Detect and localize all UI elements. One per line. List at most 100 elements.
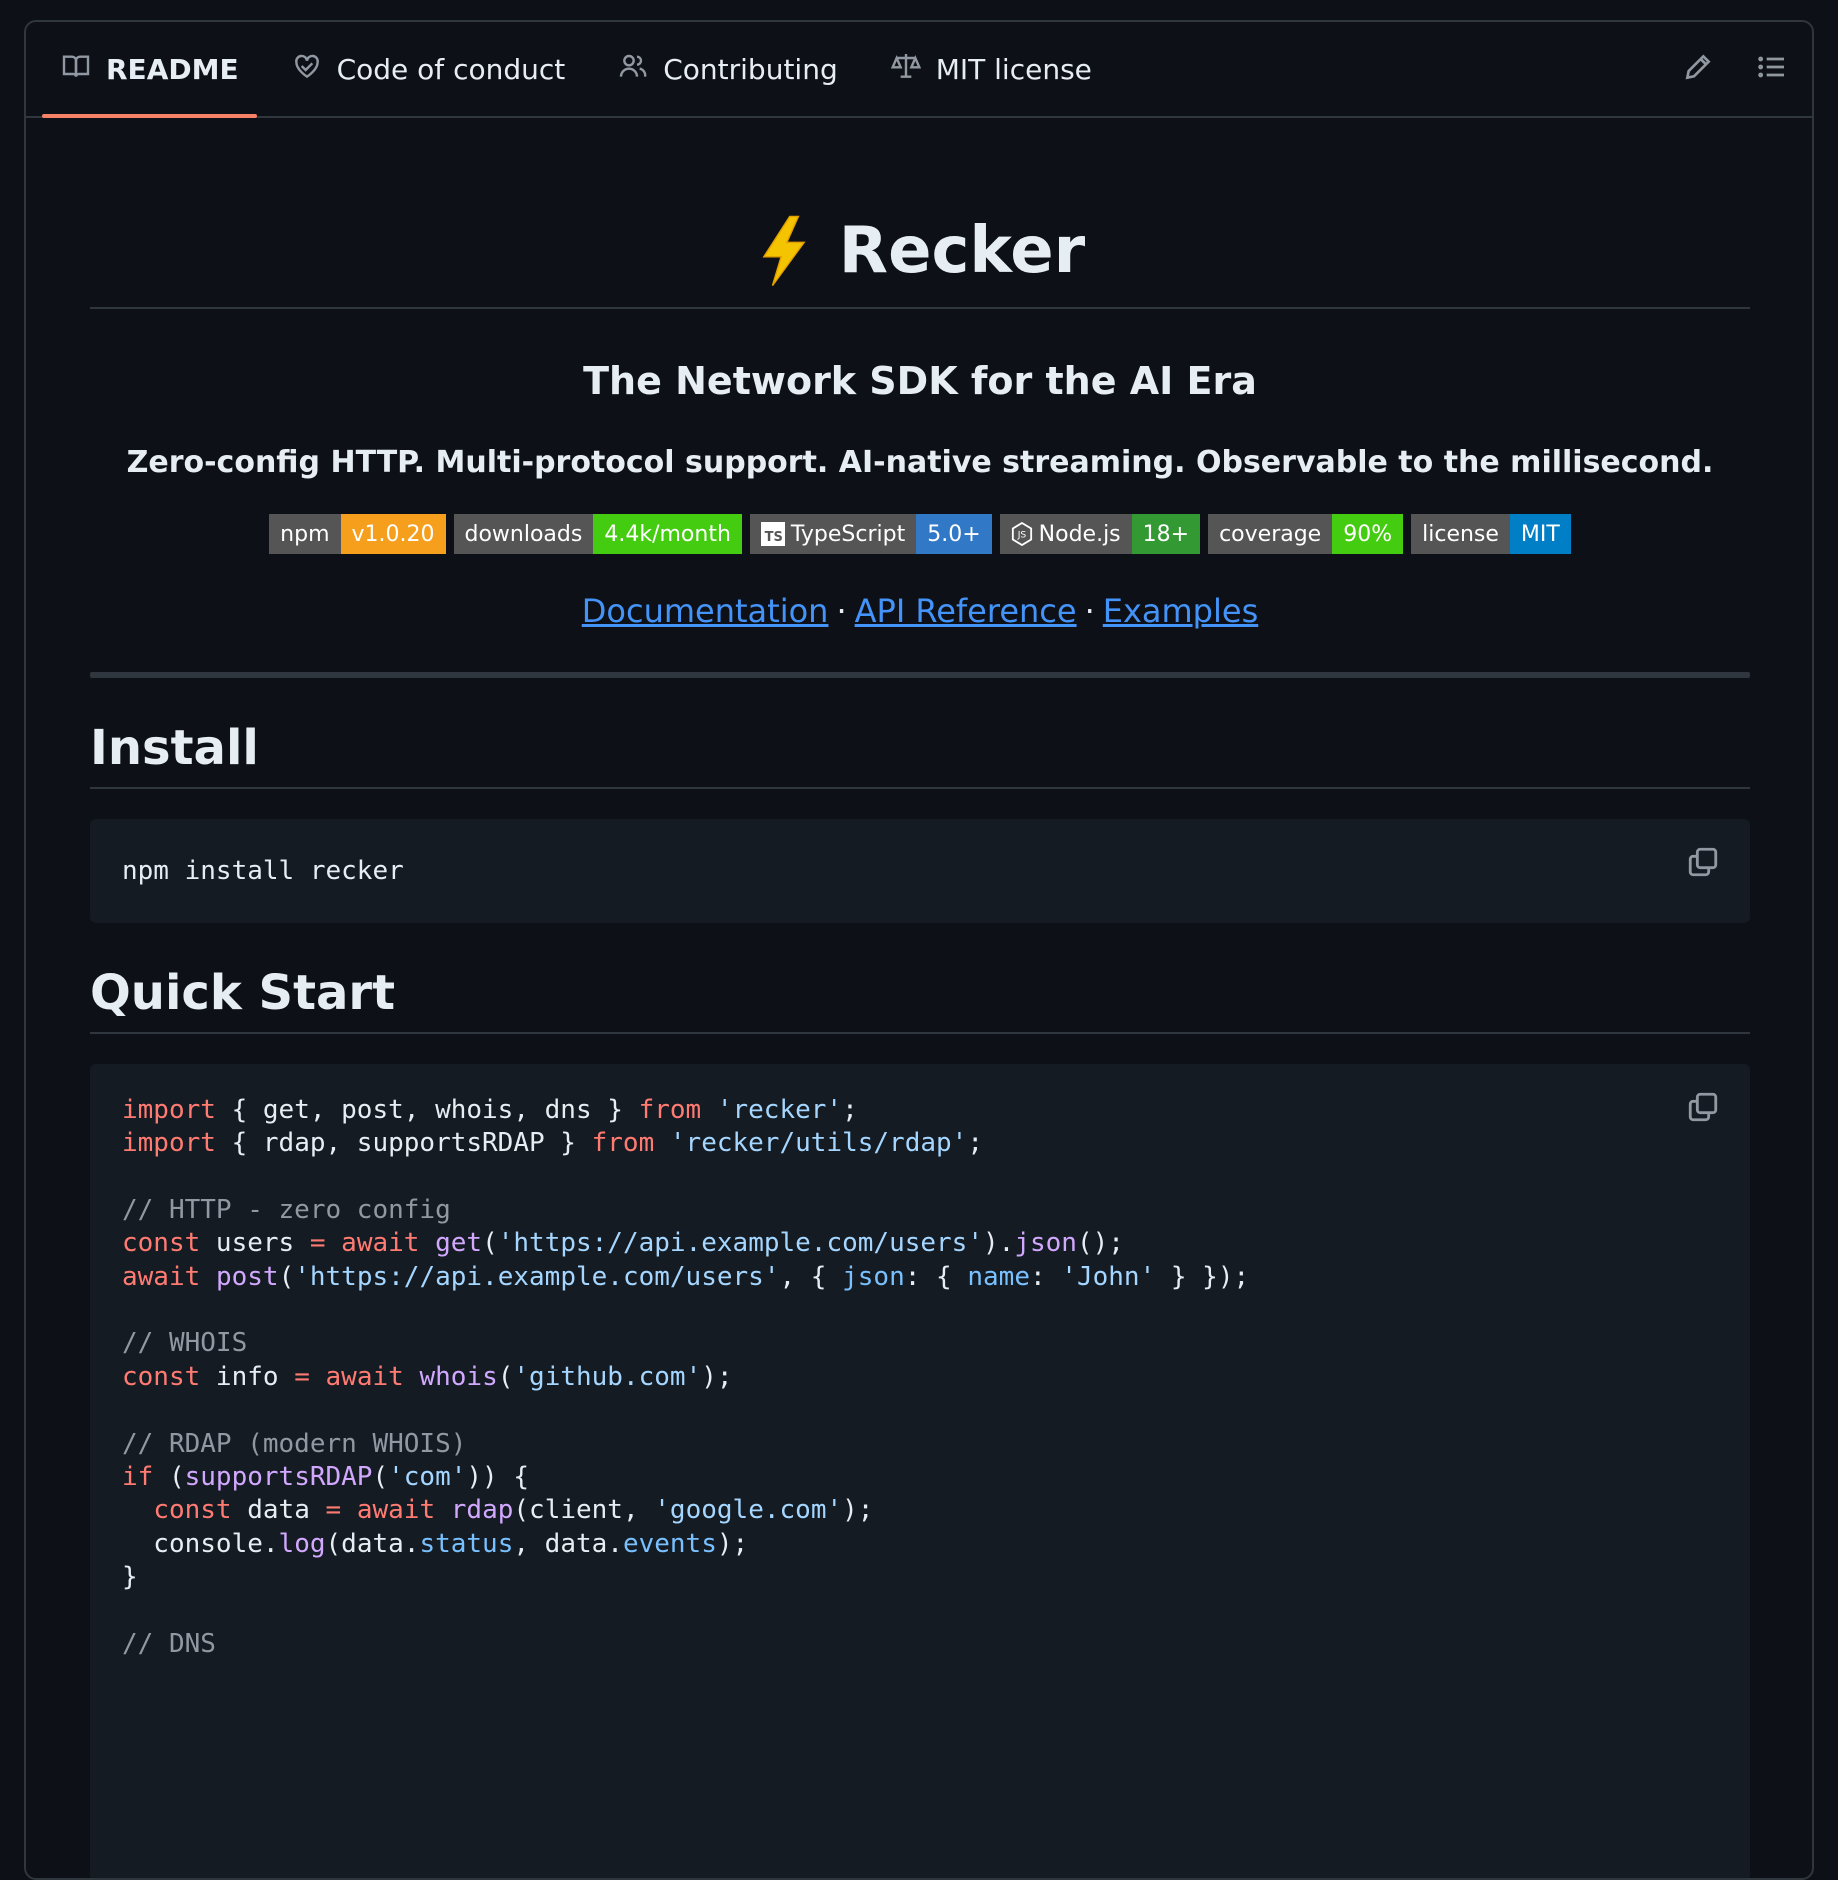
code-token: } (122, 1562, 138, 1593)
examples-link[interactable]: Examples (1103, 592, 1259, 630)
code-line: // DNS (122, 1628, 1718, 1661)
code-token: ; (967, 1127, 983, 1158)
code-token: (data. (325, 1528, 420, 1559)
node-icon: JS (1011, 522, 1032, 546)
code-token: await (325, 1361, 404, 1392)
code-token: 'John' (1061, 1261, 1156, 1292)
code-token: { get, post, whois, dns } (215, 1094, 639, 1125)
license-badge[interactable]: license MIT (1411, 514, 1571, 554)
tab-contributing[interactable]: Contributing (599, 22, 856, 116)
page-title: Recker (755, 214, 1085, 288)
code-token: { rdap, supportsRDAP } (215, 1127, 592, 1158)
badge-label: downloads (453, 514, 594, 554)
coverage-badge[interactable]: coverage 90% (1208, 514, 1404, 554)
copy-icon (1686, 1092, 1720, 1131)
readme-actions (1678, 22, 1792, 116)
code-token: events (622, 1528, 717, 1559)
code-line: const data = await rdap(client, 'google.… (122, 1494, 1718, 1527)
nodejs-badge[interactable]: JS Node.js 18+ (999, 514, 1201, 554)
code-token: supportsRDAP (184, 1461, 373, 1492)
code-token: name (967, 1261, 1030, 1292)
downloads-badge[interactable]: downloads 4.4k/month (453, 514, 742, 554)
horizontal-rule (90, 672, 1750, 678)
code-token: = (294, 1361, 310, 1392)
lightning-bolt-icon (762, 215, 806, 286)
quick-start-code-block[interactable]: import { get, post, whois, dns } from 'r… (90, 1063, 1750, 1878)
tab-readme[interactable]: README (42, 22, 257, 118)
badges-row: npm v1.0.20 downloads 4.4k/month TS Type… (90, 514, 1750, 554)
code-line: const info = await whois('github.com'); (122, 1361, 1718, 1394)
code-token: ). (983, 1228, 1015, 1259)
copy-install-button[interactable] (1686, 845, 1722, 881)
badge-value: 4.4k/month (593, 514, 742, 554)
code-token: import (122, 1094, 216, 1125)
code-token: log (278, 1528, 326, 1559)
code-token: whois (419, 1361, 498, 1392)
tab-mit-license[interactable]: MIT license (872, 22, 1110, 116)
npm-version-badge[interactable]: npm v1.0.20 (269, 514, 446, 554)
tab-code-of-conduct-label: Code of conduct (336, 52, 566, 86)
book-icon (60, 50, 92, 89)
code-line: import { rdap, supportsRDAP } from 'reck… (122, 1127, 1718, 1160)
code-token: (client, (513, 1495, 655, 1526)
code-token: info (200, 1361, 295, 1392)
code-token: 'com' (388, 1461, 467, 1492)
code-line: console.log(data.status, data.events); (122, 1528, 1718, 1561)
code-token: if (122, 1461, 154, 1492)
code-line: await post('https://api.example.com/user… (122, 1261, 1718, 1294)
code-token: import (122, 1127, 216, 1158)
law-icon (890, 50, 922, 89)
link-separator: · (836, 592, 847, 630)
title-block: Recker (90, 214, 1750, 309)
code-token: ( (153, 1461, 185, 1492)
typescript-logo-icon: TS (760, 522, 785, 546)
code-line: // HTTP - zero config (122, 1194, 1718, 1227)
code-token: ( (278, 1261, 295, 1292)
code-token: await (341, 1228, 420, 1259)
typescript-badge[interactable]: TS TypeScript 5.0+ (749, 514, 992, 554)
code-token: = (309, 1228, 326, 1259)
tab-code-of-conduct[interactable]: Code of conduct (273, 22, 584, 116)
badge-label: npm (269, 514, 341, 554)
edit-file-button[interactable] (1678, 49, 1718, 89)
code-line: const users = await get('https://api.exa… (122, 1227, 1718, 1260)
api-reference-link[interactable]: API Reference (855, 592, 1077, 630)
code-of-conduct-icon (291, 50, 323, 89)
badge-label: Node.js (1038, 521, 1121, 547)
code-token: 'https://api.example.com/users' (294, 1261, 780, 1292)
code-token: from (638, 1094, 702, 1125)
code-line: // RDAP (modern WHOIS) (122, 1428, 1718, 1461)
code-token: rdap (450, 1495, 514, 1526)
tab-readme-label: README (106, 52, 239, 86)
quick-start-heading: Quick Start (90, 966, 1750, 1034)
code-token: 'recker' (716, 1094, 843, 1125)
tab-mit-license-label: MIT license (935, 52, 1092, 86)
code-token: ( (482, 1228, 498, 1259)
install-code-block[interactable]: npm install recker (90, 818, 1750, 923)
code-token: // RDAP (modern WHOIS) (122, 1428, 467, 1459)
code-token: json (842, 1261, 905, 1292)
outline-button[interactable] (1752, 49, 1792, 89)
code-token: await (356, 1495, 436, 1526)
badge-label: TypeScript (790, 521, 906, 547)
code-token: ( (497, 1361, 514, 1392)
code-line: } (122, 1561, 1718, 1594)
documentation-link[interactable]: Documentation (582, 592, 829, 630)
copy-quick-start-button[interactable] (1686, 1090, 1722, 1126)
code-token: // WHOIS (122, 1328, 248, 1359)
badge-label: coverage (1208, 514, 1333, 554)
code-token: const (122, 1228, 201, 1259)
code-token: : { (904, 1261, 968, 1292)
tagline: Zero-config HTTP. Multi-protocol support… (126, 445, 1714, 480)
svg-text:JS: JS (1016, 530, 1026, 541)
install-command: npm install recker (122, 855, 404, 886)
code-token: = (325, 1495, 342, 1526)
